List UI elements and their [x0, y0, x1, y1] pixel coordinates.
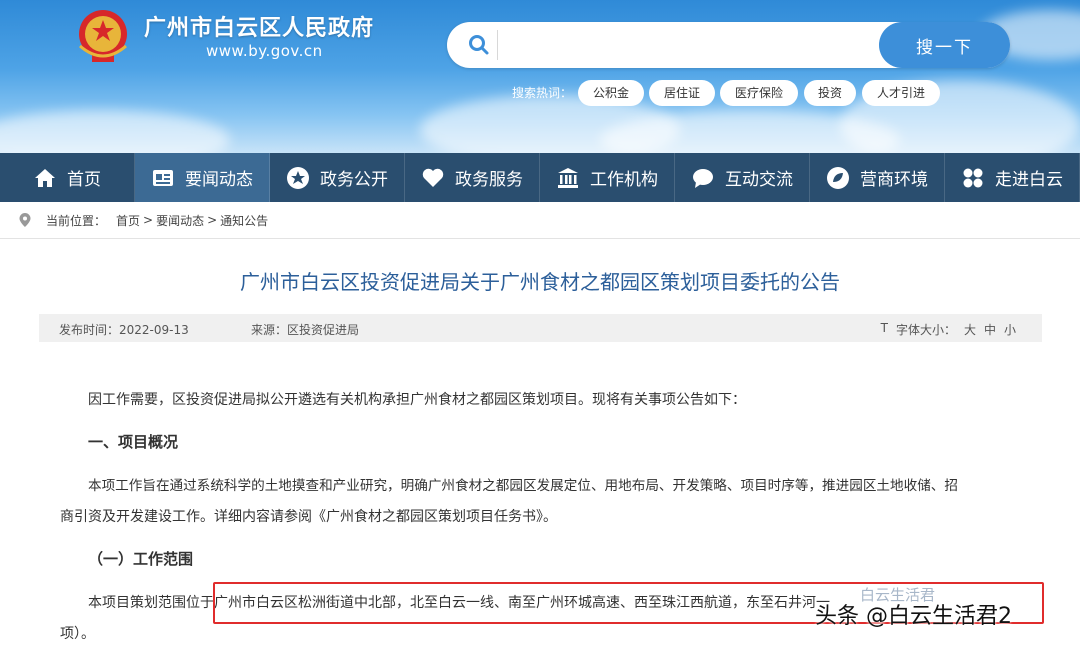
nav-label: 工作机构 [590, 170, 658, 190]
news-icon [153, 169, 173, 186]
font-size-control: T 字体大小： 大 中 小 [881, 321, 1016, 338]
search-input[interactable] [497, 30, 877, 60]
location-pin-icon [19, 213, 31, 227]
hot-tag-investment[interactable]: 投资 [804, 80, 856, 106]
font-size-small[interactable]: 小 [1004, 321, 1016, 338]
breadcrumb: 当前位置： 首页 > 要闻动态 > 通知公告 [18, 210, 268, 230]
font-size-medium[interactable]: 中 [984, 321, 996, 338]
article-meta-bar: 发布时间：2022-09-13 来源：区投资促进局 T 字体大小： 大 中 小 [39, 314, 1042, 342]
nav-label: 政务公开 [320, 170, 388, 190]
nav-item-business-env[interactable]: 营商环境 [810, 153, 945, 202]
breadcrumb-separator: > [143, 213, 154, 227]
building-icon [558, 167, 578, 188]
watermark: 头条 @白云生活君2 [815, 604, 1012, 629]
article-title: 广州市白云区投资促进局关于广州食材之都园区策划项目委托的公告 [240, 270, 840, 294]
nav-label: 政务服务 [455, 170, 523, 190]
national-emblem-icon [79, 10, 127, 62]
hot-words-label: 搜索热词： [512, 86, 573, 100]
nav-label: 走进白云 [995, 170, 1063, 190]
nav-item-home[interactable]: 首页 [0, 153, 135, 202]
hot-tag-housing-fund[interactable]: 公积金 [578, 80, 644, 106]
breadcrumb-home[interactable]: 首页 [116, 212, 140, 229]
nav-label: 营商环境 [860, 170, 928, 190]
breadcrumb-prefix: 当前位置： [46, 213, 107, 228]
breadcrumb-separator: > [207, 213, 218, 227]
nav-item-gov-service[interactable]: 政务服务 [405, 153, 540, 202]
font-size-label: 字体大小： [895, 323, 956, 337]
search-icon [469, 35, 489, 55]
nav-item-news[interactable]: 要闻动态 [135, 153, 270, 202]
nav-item-interaction[interactable]: 互动交流 [675, 153, 810, 202]
article-paragraph: 因工作需要，区投资促进局拟公开遴选有关机构承担广州食材之都园区策划项目。现将有关… [88, 392, 746, 408]
site-url: www.by.gov.cn [206, 42, 323, 60]
breadcrumb-notices[interactable]: 通知公告 [220, 212, 268, 229]
site-name[interactable]: 广州市白云区人民政府 [144, 10, 374, 42]
leaf-icon [827, 166, 849, 189]
hot-tag-medical-insurance[interactable]: 医疗保险 [720, 80, 798, 106]
article-paragraph: 项）。 [60, 626, 95, 642]
font-size-icon: T [880, 321, 888, 335]
nav-item-agencies[interactable]: 工作机构 [540, 153, 675, 202]
hot-tag-talent[interactable]: 人才引进 [862, 80, 940, 106]
subsection-heading: （一）工作范围 [88, 550, 194, 568]
article-paragraph: 商引资及开发建设工作。详细内容请参阅《广州食材之都园区策划项目任务书》。 [60, 509, 557, 525]
nav-label: 要闻动态 [185, 170, 253, 190]
nav-item-about-baiyun[interactable]: 走进白云 [945, 153, 1080, 202]
home-icon [35, 168, 55, 187]
divider [0, 238, 1080, 239]
heart-icon [422, 168, 444, 187]
publish-date: 发布时间：2022-09-13 [59, 323, 189, 337]
nav-label: 首页 [67, 170, 101, 190]
article-paragraph: 本项工作旨在通过系统科学的土地摸查和产业研究，明确广州食材之都园区发展定位、用地… [88, 478, 958, 494]
section-heading: 一、项目概况 [88, 433, 179, 451]
article-source: 来源：区投资促进局 [251, 323, 360, 337]
hot-tag-residence-permit[interactable]: 居住证 [649, 80, 715, 106]
main-nav: 首页 要闻动态 政务公开 政务服务 工作机构 互动交流 营商环境 走进白云 [0, 153, 1080, 202]
search-button[interactable]: 搜一下 [879, 22, 1010, 68]
grid-icon [963, 168, 983, 187]
chat-icon [693, 168, 713, 188]
star-icon [287, 166, 309, 189]
font-size-large[interactable]: 大 [964, 321, 976, 338]
nav-item-gov-affairs[interactable]: 政务公开 [270, 153, 405, 202]
breadcrumb-news[interactable]: 要闻动态 [156, 212, 204, 229]
nav-label: 互动交流 [725, 170, 793, 190]
